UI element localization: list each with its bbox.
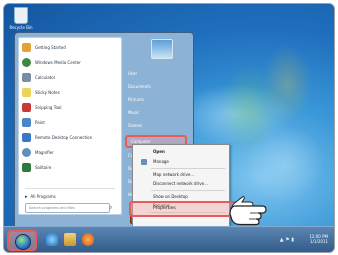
getting-started-icon bbox=[22, 43, 31, 52]
all-programs-button[interactable]: ▸ All Programs bbox=[25, 194, 56, 200]
program-label: Snipping Tool bbox=[35, 105, 62, 110]
screenshot-frame: Recycle Bin Getting Started Windows Medi… bbox=[3, 3, 335, 253]
remote-desktop-icon bbox=[22, 133, 31, 142]
program-label: Paint bbox=[35, 120, 45, 125]
internet-explorer-icon[interactable] bbox=[46, 233, 58, 246]
start-item-documents[interactable]: Documents bbox=[128, 84, 151, 89]
all-programs-label: All Programs bbox=[30, 194, 56, 199]
programs-divider bbox=[25, 188, 115, 189]
system-clock[interactable]: 12:00 PM 1/1/2011 bbox=[309, 234, 328, 244]
program-item-media-center[interactable]: Windows Media Center bbox=[22, 56, 118, 69]
shield-icon bbox=[141, 159, 147, 165]
sticky-notes-icon bbox=[22, 88, 31, 97]
trash-icon bbox=[14, 7, 28, 24]
program-label: Remote Desktop Connection bbox=[35, 135, 93, 140]
tray-icons[interactable]: ▲ ⚑ ▮ bbox=[280, 237, 294, 243]
windows-logo-icon bbox=[15, 234, 31, 250]
program-label: Windows Media Center bbox=[35, 60, 81, 65]
recycle-bin-label: Recycle Bin bbox=[9, 25, 33, 30]
program-item-remote-desktop[interactable]: Remote Desktop Connection bbox=[22, 131, 118, 144]
media-center-icon bbox=[22, 58, 31, 67]
program-label: Sticky Notes bbox=[35, 90, 60, 95]
calculator-icon bbox=[22, 73, 31, 82]
magnifier-icon bbox=[22, 148, 31, 157]
program-item-sticky-notes[interactable]: Sticky Notes bbox=[22, 86, 118, 99]
start-search-input[interactable]: Search programs and files bbox=[25, 203, 110, 213]
program-label: Solitaire bbox=[35, 165, 52, 170]
search-icon: ⌕ bbox=[109, 204, 113, 211]
context-item-show-desktop[interactable]: Show on Desktop bbox=[153, 194, 188, 199]
pointing-hand-icon bbox=[229, 196, 267, 226]
context-item-manage[interactable]: Manage bbox=[153, 159, 169, 164]
solitaire-icon bbox=[22, 163, 31, 172]
media-player-icon[interactable] bbox=[82, 233, 94, 246]
program-label: Calculator bbox=[35, 75, 56, 80]
start-item-user[interactable]: User bbox=[128, 71, 137, 76]
folder-icon[interactable] bbox=[64, 233, 76, 246]
clock-date: 1/1/2011 bbox=[310, 239, 328, 244]
program-label: Magnifier bbox=[35, 150, 54, 155]
program-item-solitaire[interactable]: Solitaire bbox=[22, 161, 118, 174]
wallpaper-logo-yellow bbox=[262, 44, 312, 124]
context-item-map-drive[interactable]: Map network drive... bbox=[153, 172, 194, 177]
recycle-bin-icon[interactable]: Recycle Bin bbox=[9, 7, 33, 30]
properties-label: Properties bbox=[153, 206, 176, 211]
arrow-right-icon: ▸ bbox=[25, 194, 28, 200]
program-item-magnifier[interactable]: Magnifier bbox=[22, 146, 118, 159]
paint-icon bbox=[22, 118, 31, 127]
context-item-open[interactable]: Open bbox=[153, 149, 165, 154]
context-item-disconnect-drive[interactable]: Disconnect network drive... bbox=[153, 181, 208, 186]
program-item-getting-started[interactable]: Getting Started bbox=[22, 41, 118, 54]
context-divider bbox=[151, 168, 225, 169]
start-item-music[interactable]: Music bbox=[128, 110, 139, 115]
user-picture[interactable] bbox=[151, 39, 173, 59]
start-item-games[interactable]: Games bbox=[128, 123, 142, 128]
program-item-snipping-tool[interactable]: Snipping Tool bbox=[22, 101, 118, 114]
taskbar: ▲ ⚑ ▮ 12:00 PM 1/1/2011 bbox=[4, 226, 334, 252]
snipping-tool-icon bbox=[22, 103, 31, 112]
program-item-paint[interactable]: Paint bbox=[22, 116, 118, 129]
context-divider bbox=[151, 190, 225, 191]
program-item-calculator[interactable]: Calculator bbox=[22, 71, 118, 84]
start-item-pictures[interactable]: Pictures bbox=[128, 97, 144, 102]
context-item-properties[interactable]: Properties bbox=[129, 201, 237, 217]
program-label: Getting Started bbox=[35, 45, 66, 50]
start-menu-programs-pane: Getting Started Windows Media Center Cal… bbox=[18, 37, 122, 215]
